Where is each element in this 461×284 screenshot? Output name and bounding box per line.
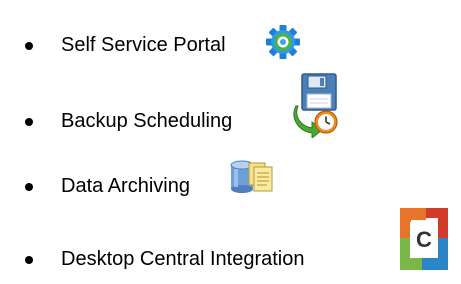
- list-item-label: Data Archiving: [61, 175, 190, 197]
- svg-text:C: C: [416, 227, 432, 252]
- desktop-central-icon: C: [400, 208, 448, 270]
- bullet: [25, 118, 33, 126]
- list-item-backup-scheduling: Backup Scheduling: [0, 73, 461, 140]
- list-item-data-archiving: Data Archiving: [0, 160, 461, 205]
- gear-icon: [265, 24, 301, 60]
- list-item-desktop-central-integration: Desktop Central Integration C: [0, 208, 461, 278]
- list-item-self-service-portal: Self Service Portal: [0, 24, 461, 64]
- data-archive-icon: [229, 159, 275, 193]
- list-item-label: Backup Scheduling: [61, 110, 233, 132]
- list-item-label: Self Service Portal: [61, 34, 226, 56]
- bullet: [25, 183, 33, 191]
- backup-schedule-icon: [292, 72, 340, 138]
- feature-list: Self Service Portal Backup Scheduling Da…: [0, 0, 461, 284]
- list-item-label: Desktop Central Integration: [61, 248, 305, 270]
- bullet: [25, 256, 33, 264]
- bullet: [25, 42, 33, 50]
